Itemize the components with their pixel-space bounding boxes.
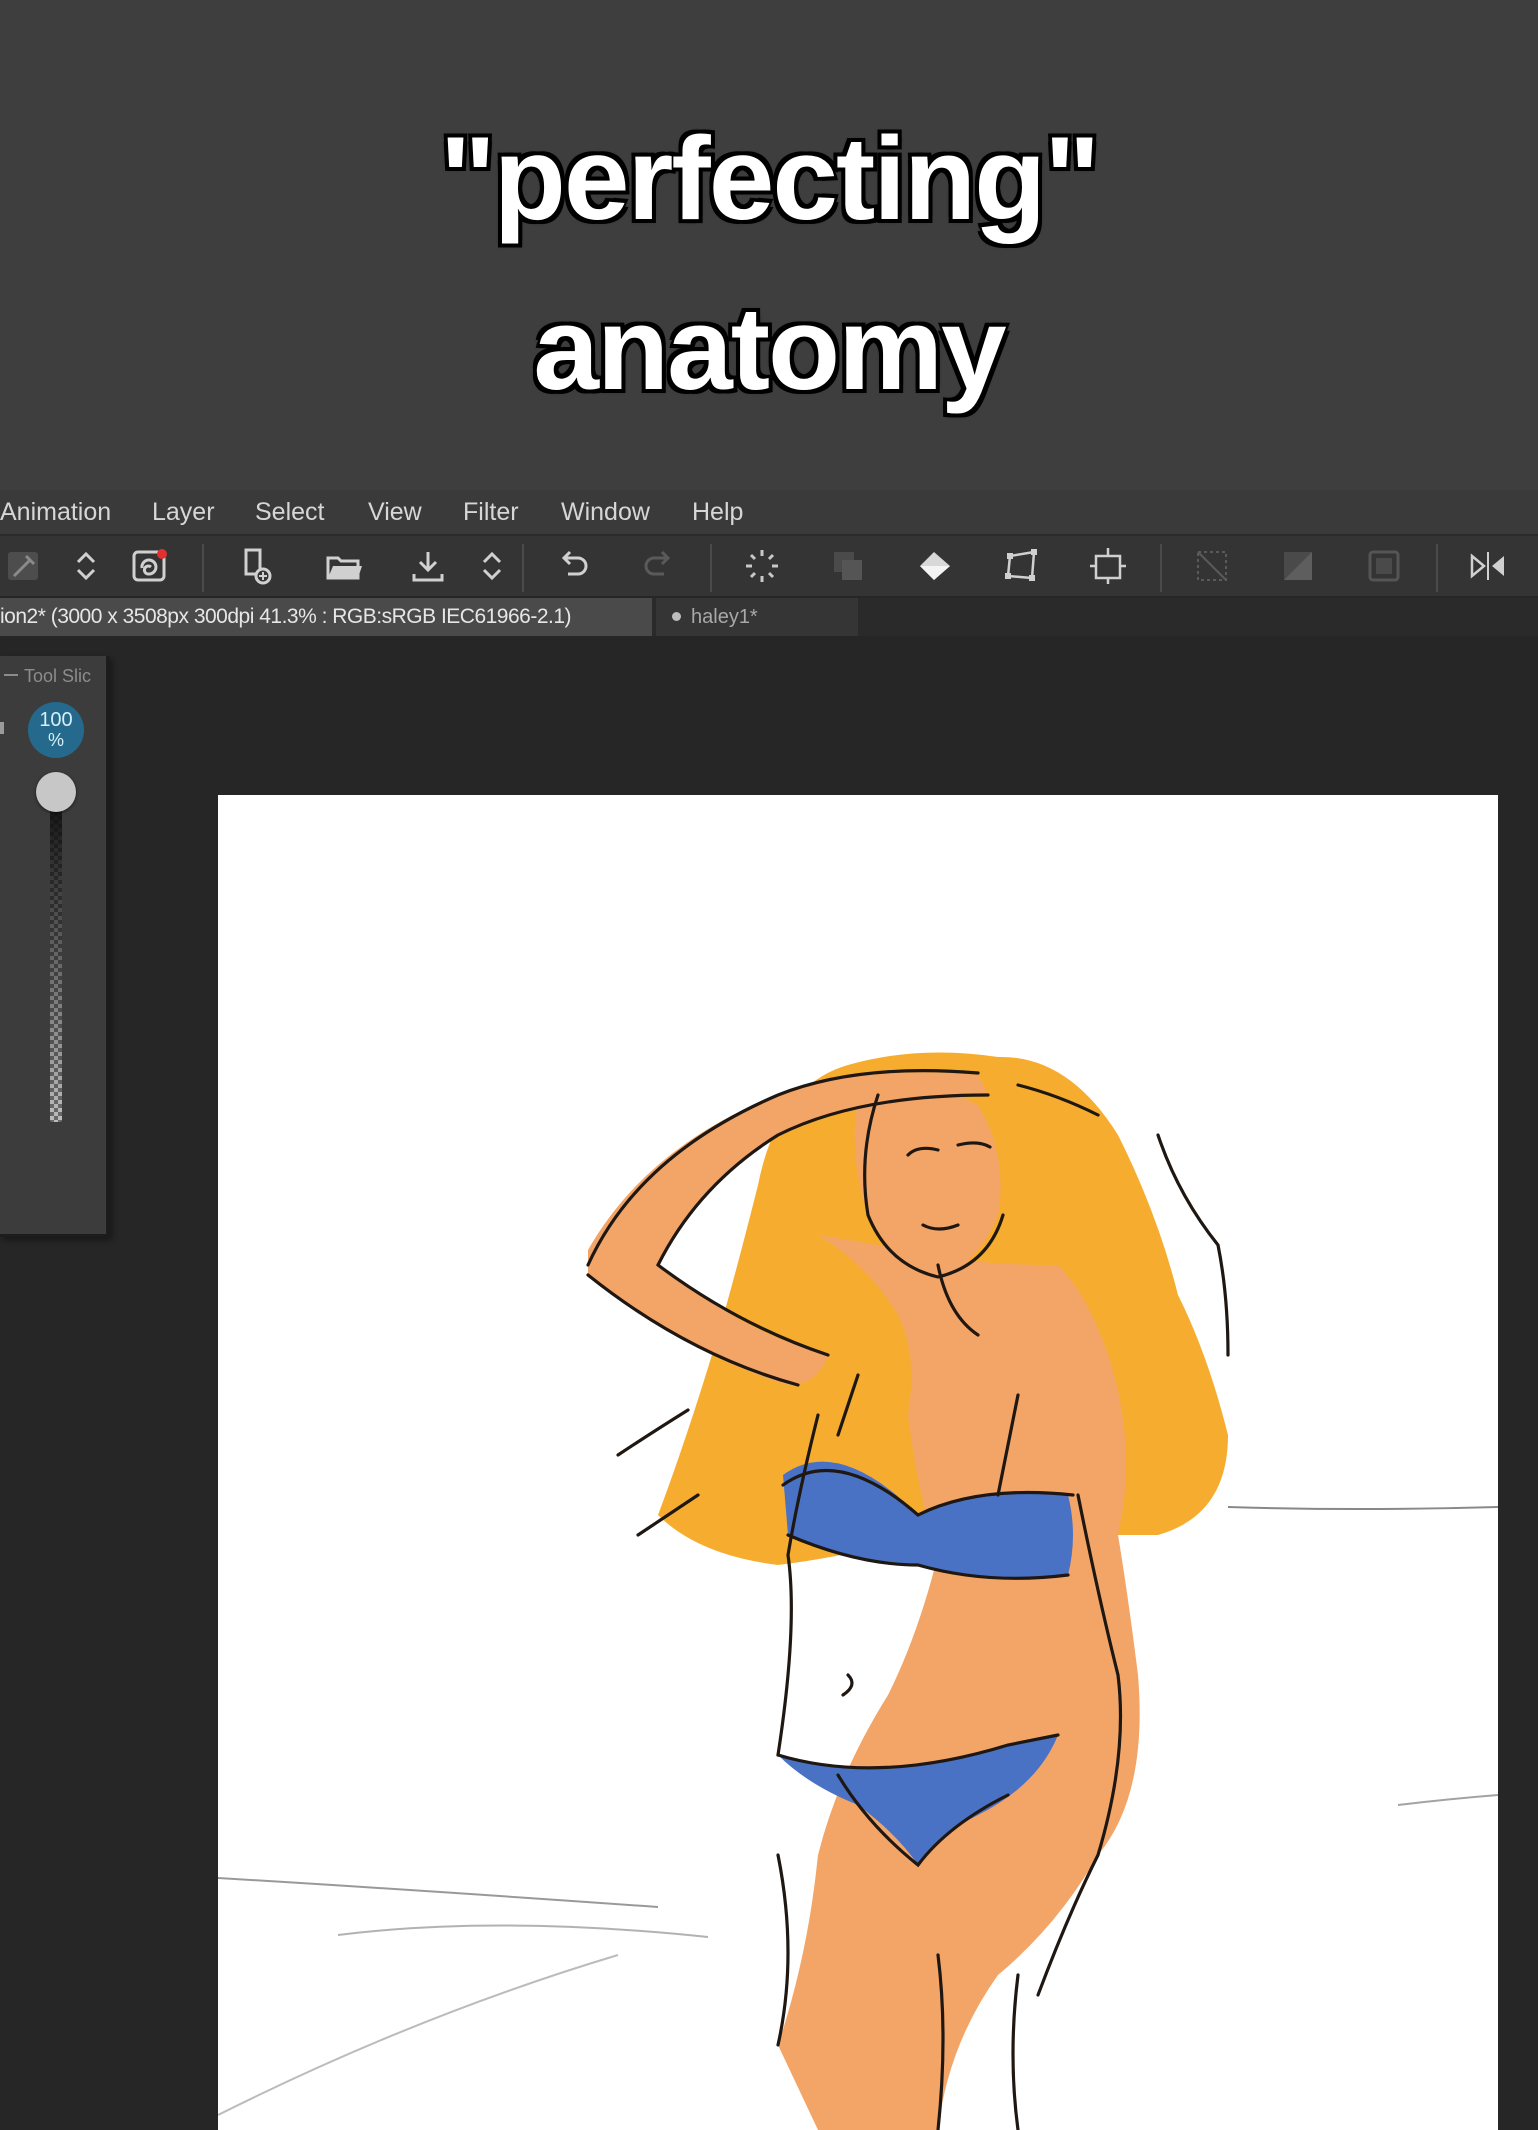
- toolbar-separator: [1436, 544, 1438, 592]
- opacity-percent-value: 100: [39, 709, 73, 731]
- ground-line: [337, 1924, 709, 1938]
- menu-help[interactable]: Help: [692, 490, 743, 534]
- opacity-slider-handle[interactable]: [36, 772, 76, 812]
- ground-line: [218, 1877, 659, 1908]
- opacity-percent-unit: %: [47, 730, 64, 750]
- ground-line: [218, 1954, 619, 2116]
- caption-line-1: "perfecting": [438, 113, 1102, 245]
- document-tab-label: haley1*: [691, 606, 758, 628]
- crop-icon[interactable]: [1086, 544, 1130, 588]
- toolbar-separator: [522, 544, 524, 592]
- drawing-canvas[interactable]: [218, 795, 1498, 2130]
- opacity-slider-track[interactable]: [50, 800, 62, 1122]
- menu-filter[interactable]: Filter: [463, 490, 519, 534]
- sketch-illustration: [218, 1052, 1498, 2130]
- stepper-icon[interactable]: [470, 544, 514, 588]
- new-document-icon[interactable]: [234, 544, 278, 588]
- caption-line-2: anatomy: [531, 283, 1008, 415]
- horizon-line: [1227, 1506, 1498, 1510]
- document-tab-haley1[interactable]: haley1*: [656, 598, 858, 636]
- swirl-icon[interactable]: [128, 544, 172, 588]
- open-folder-icon[interactable]: [322, 544, 366, 588]
- eyedropper-icon[interactable]: [2, 544, 46, 588]
- horizon-line: [1397, 1794, 1498, 1806]
- panel-title-label: Tool Slic: [24, 666, 92, 686]
- document-tab-active[interactable]: ion2* (3000 x 3508px 300dpi 41.3% : RGB:…: [0, 598, 652, 636]
- deselect-icon[interactable]: [1190, 544, 1234, 588]
- save-icon[interactable]: [406, 544, 450, 588]
- menu-bar: Animation Layer Select View Filter Windo…: [0, 490, 1538, 536]
- mirror-icon[interactable]: [1466, 544, 1510, 588]
- menu-layer[interactable]: Layer: [152, 490, 215, 534]
- loading-icon[interactable]: [740, 544, 784, 588]
- toolbar-separator: [710, 544, 712, 592]
- menu-animation[interactable]: Animation: [0, 490, 111, 534]
- opacity-percent-badge[interactable]: 100 %: [28, 702, 84, 758]
- document-tab-bar: ion2* (3000 x 3508px 300dpi 41.3% : RGB:…: [0, 598, 1538, 636]
- video-caption-area: "perfecting" anatomy: [0, 0, 1538, 490]
- panel-title: Tool Slic: [0, 666, 104, 687]
- menu-select[interactable]: Select: [255, 490, 324, 534]
- invert-selection-icon[interactable]: [1276, 544, 1320, 588]
- stepper-icon[interactable]: [64, 544, 108, 588]
- panel-edge-mark: [0, 722, 4, 734]
- copy-layer-icon[interactable]: [826, 544, 870, 588]
- toolbar: [0, 536, 1538, 598]
- menu-view[interactable]: View: [368, 490, 422, 534]
- panel-collapse-icon[interactable]: [4, 673, 18, 676]
- undo-icon[interactable]: [552, 544, 596, 588]
- unsaved-dot-icon: [672, 612, 681, 622]
- fill-icon[interactable]: [914, 544, 958, 588]
- redo-icon[interactable]: [636, 544, 680, 588]
- transform-icon[interactable]: [1000, 544, 1044, 588]
- frame-icon[interactable]: [1362, 544, 1406, 588]
- toolbar-separator: [202, 544, 204, 592]
- toolbar-separator: [1160, 544, 1162, 592]
- menu-window[interactable]: Window: [561, 490, 650, 534]
